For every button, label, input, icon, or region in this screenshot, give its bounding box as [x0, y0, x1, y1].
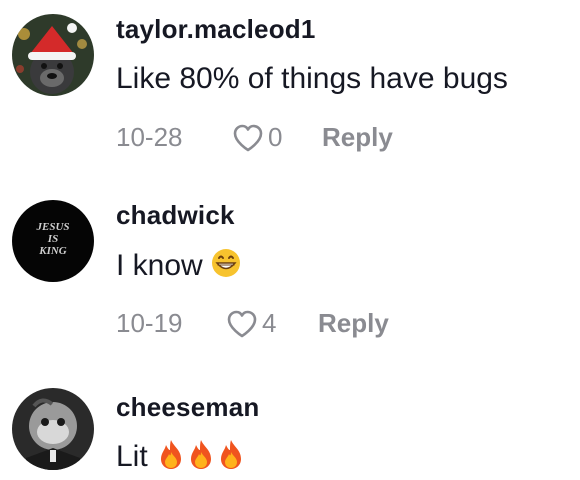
comment-date: 10-28 — [116, 122, 183, 152]
comment-text: Like 80% of things have bugs — [116, 62, 508, 95]
fire-emoji — [186, 438, 216, 478]
like-button[interactable]: 4 — [226, 308, 276, 339]
grinning-face-emoji — [211, 248, 241, 286]
reply-button[interactable]: Reply — [318, 308, 389, 339]
comment-username[interactable]: chadwick — [116, 200, 235, 231]
comment-date: 10-19 — [116, 308, 183, 338]
comment-username[interactable]: taylor.macleod1 — [116, 14, 316, 45]
reply-button[interactable]: Reply — [322, 122, 393, 153]
comment-item: taylor.macleod1 Like 80% of things have … — [0, 14, 580, 164]
avatar[interactable] — [12, 14, 94, 96]
heart-icon — [233, 124, 263, 151]
avatar-text-image: JESUS IS KING — [12, 200, 94, 282]
like-button[interactable]: 0 — [232, 122, 282, 153]
avatar[interactable]: JESUS IS KING — [12, 200, 94, 282]
avatar-text-line: IS — [47, 233, 58, 245]
comment-text-row: I know — [116, 248, 241, 286]
avatar-text-line: JESUS — [35, 221, 69, 233]
heart-icon — [227, 310, 257, 337]
fire-emoji — [156, 438, 186, 478]
avatar-cartoon-image — [12, 388, 94, 470]
comment-text-row: Lit — [116, 438, 246, 478]
like-count: 4 — [262, 308, 277, 338]
comment-item: JESUS IS KING chadwick I know 10-19 4 Re… — [0, 200, 580, 350]
like-count: 0 — [268, 122, 283, 152]
avatar-text-line: KING — [38, 245, 67, 257]
avatar-dog-santa-hat-image — [12, 14, 94, 96]
comment-username[interactable]: cheeseman — [116, 392, 259, 423]
comment-text: I know — [116, 248, 203, 282]
comment-item: cheeseman Lit — [0, 388, 580, 480]
avatar[interactable] — [12, 388, 94, 470]
comment-text: Lit — [116, 439, 148, 473]
fire-emoji — [216, 438, 246, 478]
